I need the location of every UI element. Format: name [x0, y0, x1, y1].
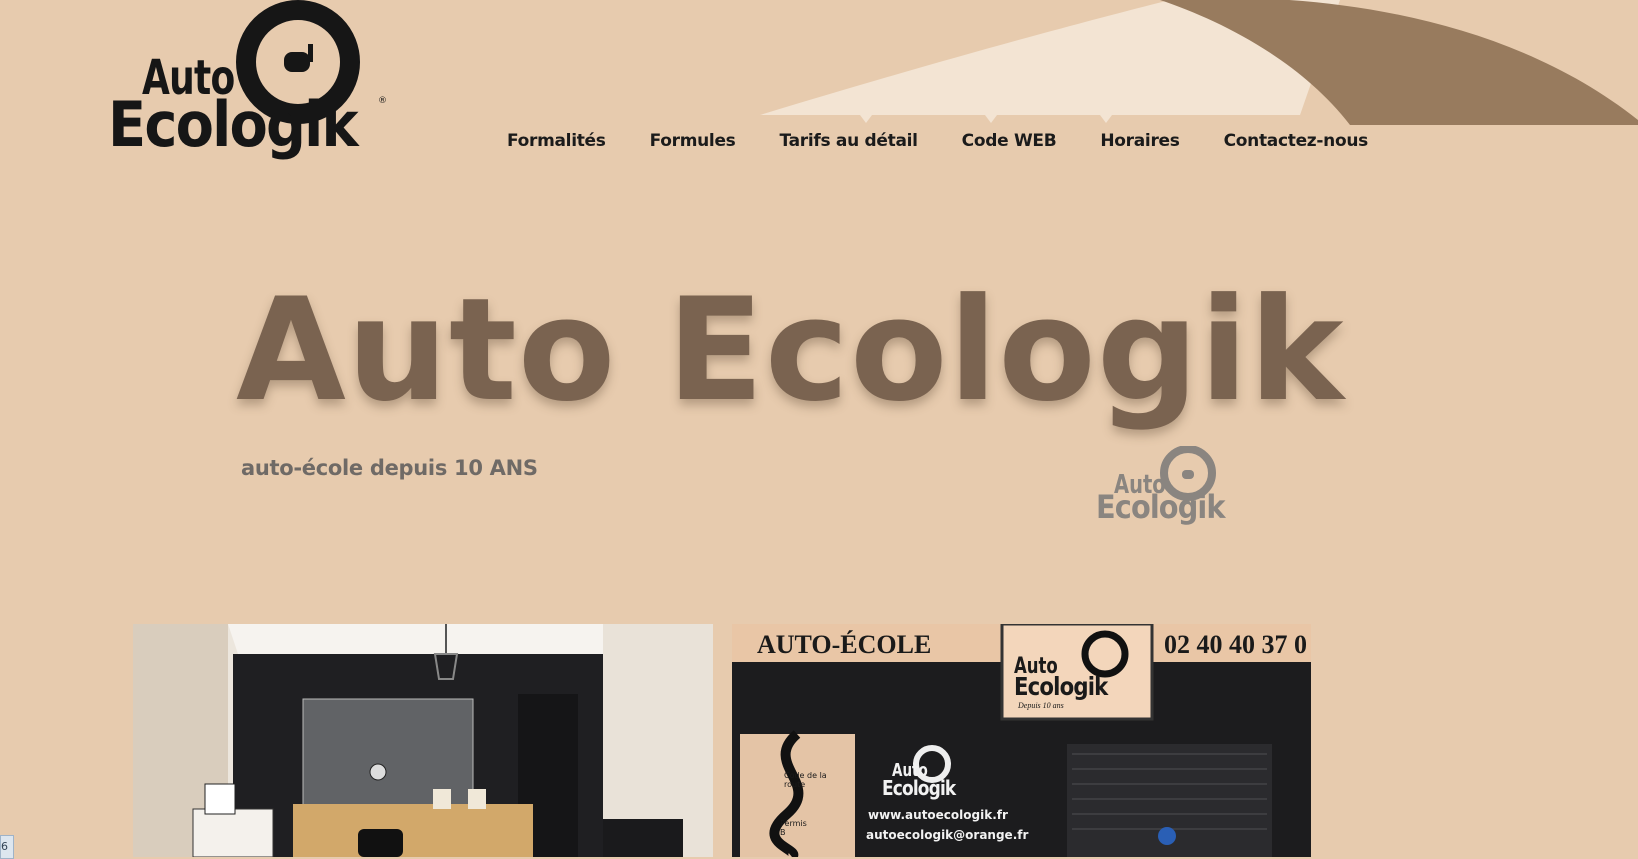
- nav-item-contact[interactable]: Contactez-nous: [1224, 131, 1369, 151]
- storefront-sign-auto-ecole: AUTO-ÉCOLE: [757, 630, 932, 659]
- site-logo[interactable]: ® Auto Ecologik: [108, 0, 393, 170]
- main-nav: Formalités Formules Tarifs au détail Cod…: [507, 131, 1412, 151]
- window-road-label-code: Code de la route: [784, 771, 827, 789]
- nav-item-code-web[interactable]: Code WEB: [962, 131, 1057, 151]
- nav-item-formalites[interactable]: Formalités: [507, 131, 606, 151]
- storefront-sign-tagline: Depuis 10 ans: [1018, 701, 1064, 710]
- corner-tab[interactable]: 6: [0, 835, 14, 859]
- nav-item-tarifs[interactable]: Tarifs au détail: [780, 131, 918, 151]
- hero-subtitle: auto-école depuis 10 ANS: [241, 456, 538, 480]
- window-website: www.autoecologik.fr: [868, 808, 1008, 822]
- storefront-sign-logo-ecologik: Ecologik: [1014, 672, 1108, 701]
- storefront-sign-phone: 02 40 40 37 0: [1164, 630, 1307, 659]
- office-interior-photo: [133, 624, 713, 857]
- nav-item-horaires[interactable]: Horaires: [1100, 131, 1180, 151]
- header-swoosh-decoration: [760, 0, 1638, 125]
- window-logo-ecologik: Ecologik: [882, 776, 956, 800]
- hero-logo: Auto Ecologik: [1096, 446, 1236, 531]
- svg-text:®: ®: [378, 96, 387, 106]
- nav-item-formules[interactable]: Formules: [650, 131, 736, 151]
- hero-title: Auto Ecologik: [236, 268, 1345, 433]
- storefront-photo: AUTO-ÉCOLE 02 40 40 37 0 Auto Ecologik D…: [732, 624, 1311, 857]
- window-road-label-permis: Permis B: [780, 819, 807, 837]
- logo-text-ecologik: Ecologik: [108, 88, 359, 161]
- window-email: autoecologik@orange.fr: [866, 828, 1029, 842]
- hero-logo-text-ecologik: Ecologik: [1096, 488, 1226, 526]
